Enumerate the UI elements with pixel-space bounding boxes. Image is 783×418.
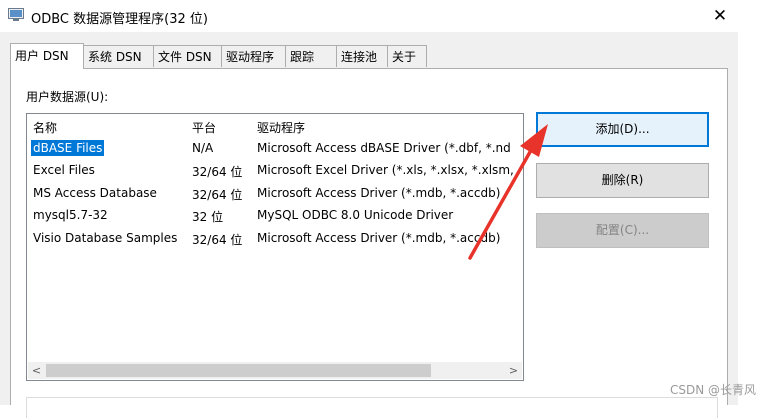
row-platform: 32/64 位 — [192, 233, 243, 247]
remove-button[interactable]: 删除(R) — [536, 163, 709, 198]
tab-user-dsn[interactable]: 用户 DSN — [10, 43, 84, 69]
user-dsn-panel: 用户数据源(U): 名称 平台 驱动程序 dBASE Files N/A Mic… — [10, 68, 728, 418]
tab-about[interactable]: 关于 — [387, 45, 427, 67]
add-button[interactable]: 添加(D)... — [536, 112, 709, 147]
description-group-box — [26, 397, 718, 418]
list-item[interactable]: MS Access Database 32/64 位 Microsoft Acc… — [27, 183, 523, 205]
tab-connection-pooling[interactable]: 连接池 — [336, 45, 388, 67]
row-name: dBASE Files — [31, 140, 105, 156]
row-name: Excel Files — [33, 163, 95, 177]
row-platform: N/A — [192, 141, 214, 155]
list-item[interactable]: dBASE Files N/A Microsoft Access dBASE D… — [27, 138, 523, 160]
row-platform: 32/64 位 — [192, 188, 243, 202]
scrollbar-thumb[interactable] — [46, 364, 431, 377]
scroll-left-icon[interactable]: < — [28, 362, 45, 379]
tab-tracing[interactable]: 跟踪 — [285, 45, 337, 67]
row-platform: 32/64 位 — [192, 165, 243, 179]
list-item[interactable]: Visio Database Samples 32/64 位 Microsoft… — [27, 228, 523, 250]
data-source-list[interactable]: 名称 平台 驱动程序 dBASE Files N/A Microsoft Acc… — [26, 113, 524, 381]
column-header-driver[interactable]: 驱动程序 — [257, 119, 305, 137]
tab-file-dsn[interactable]: 文件 DSN — [153, 45, 222, 67]
row-driver: Microsoft Access Driver (*.mdb, *.accdb) — [257, 186, 501, 200]
row-driver: Microsoft Excel Driver (*.xls, *.xlsx, *… — [257, 163, 514, 177]
list-item[interactable]: Excel Files 32/64 位 Microsoft Excel Driv… — [27, 160, 523, 182]
scroll-right-icon[interactable]: > — [505, 362, 522, 379]
horizontal-scrollbar[interactable]: < > — [28, 362, 522, 379]
odbc-dialog: ODBC 数据源管理程序(32 位) ✕ 用户 DSN 系统 DSN 文件 DS… — [0, 0, 738, 418]
row-name: Visio Database Samples — [33, 231, 178, 245]
configure-button[interactable]: 配置(C)... — [536, 213, 709, 248]
window-title: ODBC 数据源管理程序(32 位) — [31, 12, 208, 27]
row-driver: Microsoft Access Driver (*.mdb, *.accdb) — [257, 231, 501, 245]
row-platform: 32 位 — [192, 210, 224, 224]
row-name: mysql5.7-32 — [33, 208, 108, 222]
tab-system-dsn[interactable]: 系统 DSN — [83, 45, 154, 67]
row-name: MS Access Database — [33, 186, 157, 200]
title-bar: ODBC 数据源管理程序(32 位) ✕ — [0, 0, 738, 32]
watermark: CSDN @长青风 — [670, 383, 757, 397]
page-background — [738, 0, 783, 405]
user-data-sources-label: 用户数据源(U): — [26, 90, 109, 104]
odbc-app-icon — [8, 8, 24, 21]
column-header-name[interactable]: 名称 — [33, 119, 57, 137]
tab-drivers[interactable]: 驱动程序 — [221, 45, 286, 67]
close-button[interactable]: ✕ — [706, 2, 734, 30]
close-icon: ✕ — [712, 6, 728, 26]
column-header-platform[interactable]: 平台 — [192, 119, 216, 137]
row-driver: Microsoft Access dBASE Driver (*.dbf, *.… — [257, 141, 511, 155]
list-item[interactable]: mysql5.7-32 32 位 MySQL ODBC 8.0 Unicode … — [27, 205, 523, 227]
row-driver: MySQL ODBC 8.0 Unicode Driver — [257, 208, 454, 222]
